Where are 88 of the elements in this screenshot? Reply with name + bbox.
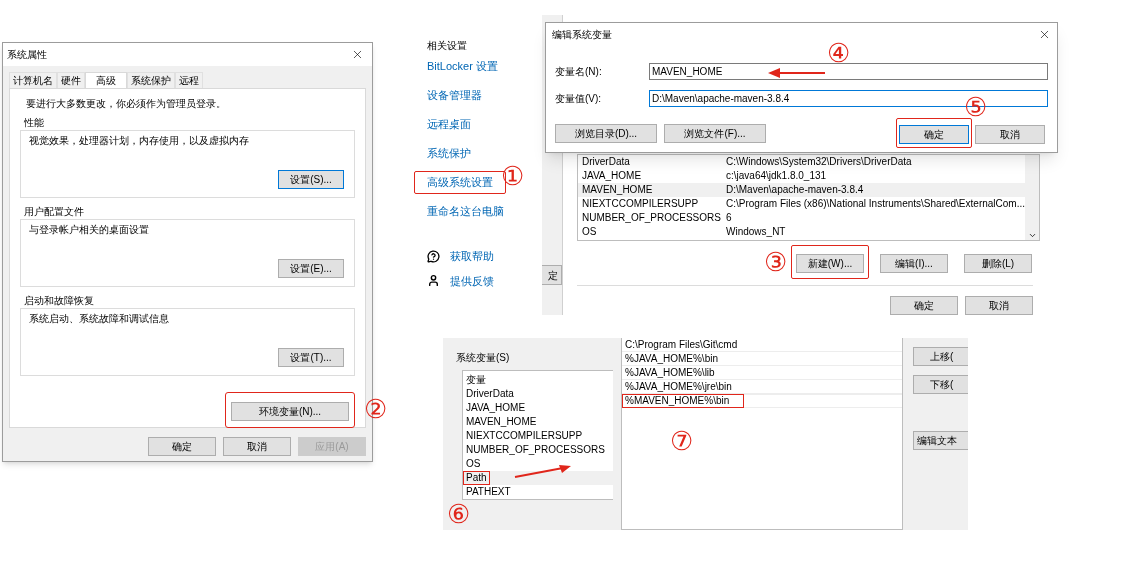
dialog-button[interactable]: 确定: [890, 296, 958, 315]
ok-button[interactable]: 定: [542, 265, 562, 285]
variable-value: D:\Maven\apache-maven-3.8.4: [726, 183, 864, 197]
variable-item[interactable]: NIEXTCCOMPILERSUPP: [463, 429, 586, 443]
path-entry[interactable]: %JAVA_HOME%\jre\bin: [622, 379, 747, 394]
dialog-button[interactable]: 取消: [975, 125, 1045, 144]
variable-value: C:\Windows\System32\Drivers\DriverData: [726, 155, 912, 169]
step-number: ③: [764, 249, 787, 275]
settings-link[interactable]: BitLocker 设置: [414, 55, 511, 78]
browse-button[interactable]: 浏览文件(F)...: [664, 123, 766, 143]
help-link[interactable]: 提供反馈: [450, 272, 494, 289]
step-number: ②: [364, 396, 387, 422]
variable-item[interactable]: JAVA_HOME: [463, 401, 529, 415]
help-link[interactable]: 获取帮助: [450, 248, 494, 265]
list-button[interactable]: 编辑(I)...: [880, 254, 948, 273]
group-title: 用户配置文件: [24, 205, 85, 219]
environment-variables-button[interactable]: 环境变量(N)...: [231, 402, 349, 421]
variable-item[interactable]: DriverData: [463, 387, 517, 401]
settings-link[interactable]: 重命名这台电脑: [414, 200, 517, 223]
path-entry[interactable]: %JAVA_HOME%\bin: [622, 351, 733, 366]
tab[interactable]: 高级: [85, 72, 127, 88]
variable-value: c:\java64\jdk1.8.0_131: [726, 169, 827, 183]
person-icon: [427, 274, 440, 288]
variable-value: 6: [726, 211, 732, 225]
variable-row[interactable]: NUMBER_OF_PROCESSORS 6: [578, 211, 1025, 225]
window-title: 系统属性: [7, 48, 47, 62]
column-header: 变量: [465, 373, 487, 387]
help-icon: [427, 249, 440, 263]
variable-row[interactable]: MAVEN_HOME D:\Maven\apache-maven-3.8.4: [578, 183, 1025, 197]
variable-value: C:\Program Files (x86)\National Instruments\Shared\ExternalCom...: [726, 197, 1025, 211]
tab[interactable]: 远程: [175, 72, 203, 88]
notice-text: 要进行大多数更改，你必须作为管理员登录。: [26, 97, 227, 111]
side-button[interactable]: 编辑文本: [913, 431, 968, 450]
variable-row[interactable]: DriverData C:\Windows\System32\Drivers\DriverData: [578, 155, 1025, 169]
group-title: 启动和故障恢复: [24, 294, 95, 308]
group-description: 视觉效果，处理器计划，内存使用，以及虚拟内存: [29, 134, 250, 148]
settings-link[interactable]: 设备管理器: [414, 84, 495, 107]
tab[interactable]: 系统保护: [127, 72, 175, 88]
group-title: 性能: [24, 116, 45, 130]
step-number: ⑦: [670, 428, 693, 454]
variable-name: MAVEN_HOME: [581, 183, 654, 197]
variable-value: Windows_NT: [726, 225, 786, 239]
settings-button[interactable]: 设置(E)...: [278, 259, 344, 278]
variable-name: DriverData: [581, 155, 631, 169]
list-button[interactable]: 删除(L): [964, 254, 1032, 273]
variable-row[interactable]: OS Windows_NT: [578, 225, 1025, 239]
field-label: 变量值(V):: [555, 92, 603, 106]
path-entry[interactable]: %JAVA_HOME%\lib: [622, 365, 730, 380]
variable-name: NUMBER_OF_PROCESSORS: [581, 211, 722, 225]
variable-name: OS: [581, 225, 598, 239]
annotation-arrow: [513, 465, 573, 479]
variable-name: NIEXTCCOMPILERSUPP: [581, 197, 700, 211]
group-description: 系统启动、系统故障和调试信息: [29, 312, 170, 326]
text-field[interactable]: MAVEN_HOME: [649, 63, 1048, 80]
field-label: 变量名(N):: [555, 65, 603, 79]
settings-button[interactable]: 设置(T)...: [278, 348, 344, 367]
variable-row[interactable]: NIEXTCCOMPILERSUPP C:\Program Files (x86)\National Instruments\Shared\ExternalCom...: [578, 197, 1025, 211]
window-title: 编辑系统变量: [552, 27, 612, 42]
path-entry[interactable]: C:\Program Files\Git\cmd: [622, 337, 753, 352]
scroll-down-icon[interactable]: [1027, 231, 1037, 240]
side-button[interactable]: 下移(: [913, 375, 968, 394]
tab[interactable]: 硬件: [57, 72, 85, 88]
browse-button[interactable]: 浏览目录(D)...: [555, 123, 657, 143]
variable-row[interactable]: JAVA_HOME c:\java64\jdk1.8.0_131: [578, 169, 1025, 183]
side-button[interactable]: 上移(: [913, 347, 968, 366]
list-button[interactable]: 新建(W)...: [796, 254, 864, 273]
variable-name: JAVA_HOME: [581, 169, 643, 183]
tab[interactable]: 计算机名: [9, 72, 57, 88]
dialog-button[interactable]: 确定: [899, 125, 969, 144]
dialog-button[interactable]: 取消: [223, 437, 291, 456]
dialog-button[interactable]: 确定: [148, 437, 216, 456]
dialog-button[interactable]: 取消: [965, 296, 1033, 315]
variable-item[interactable]: Path: [463, 471, 490, 485]
variable-item[interactable]: NUMBER_OF_PROCESSORS: [463, 443, 608, 457]
section-label: 系统变量(S): [456, 351, 511, 365]
group-description: 与登录帐户相关的桌面设置: [29, 223, 150, 237]
section-heading: 相关设置: [427, 39, 468, 53]
variable-item[interactable]: OS: [463, 457, 484, 471]
settings-button[interactable]: 设置(S)...: [278, 170, 344, 189]
variable-item[interactable]: PATHEXT: [463, 485, 514, 499]
step-number: ④: [827, 40, 850, 66]
step-number: ⑥: [447, 501, 470, 527]
variable-item[interactable]: MAVEN_HOME: [463, 415, 540, 429]
settings-link[interactable]: 系统保护: [414, 142, 484, 165]
annotation-arrow: [767, 66, 827, 80]
settings-link[interactable]: 远程桌面: [414, 113, 484, 136]
close-icon[interactable]: [351, 48, 364, 61]
path-entry[interactable]: %MAVEN_HOME%\bin: [622, 394, 745, 408]
